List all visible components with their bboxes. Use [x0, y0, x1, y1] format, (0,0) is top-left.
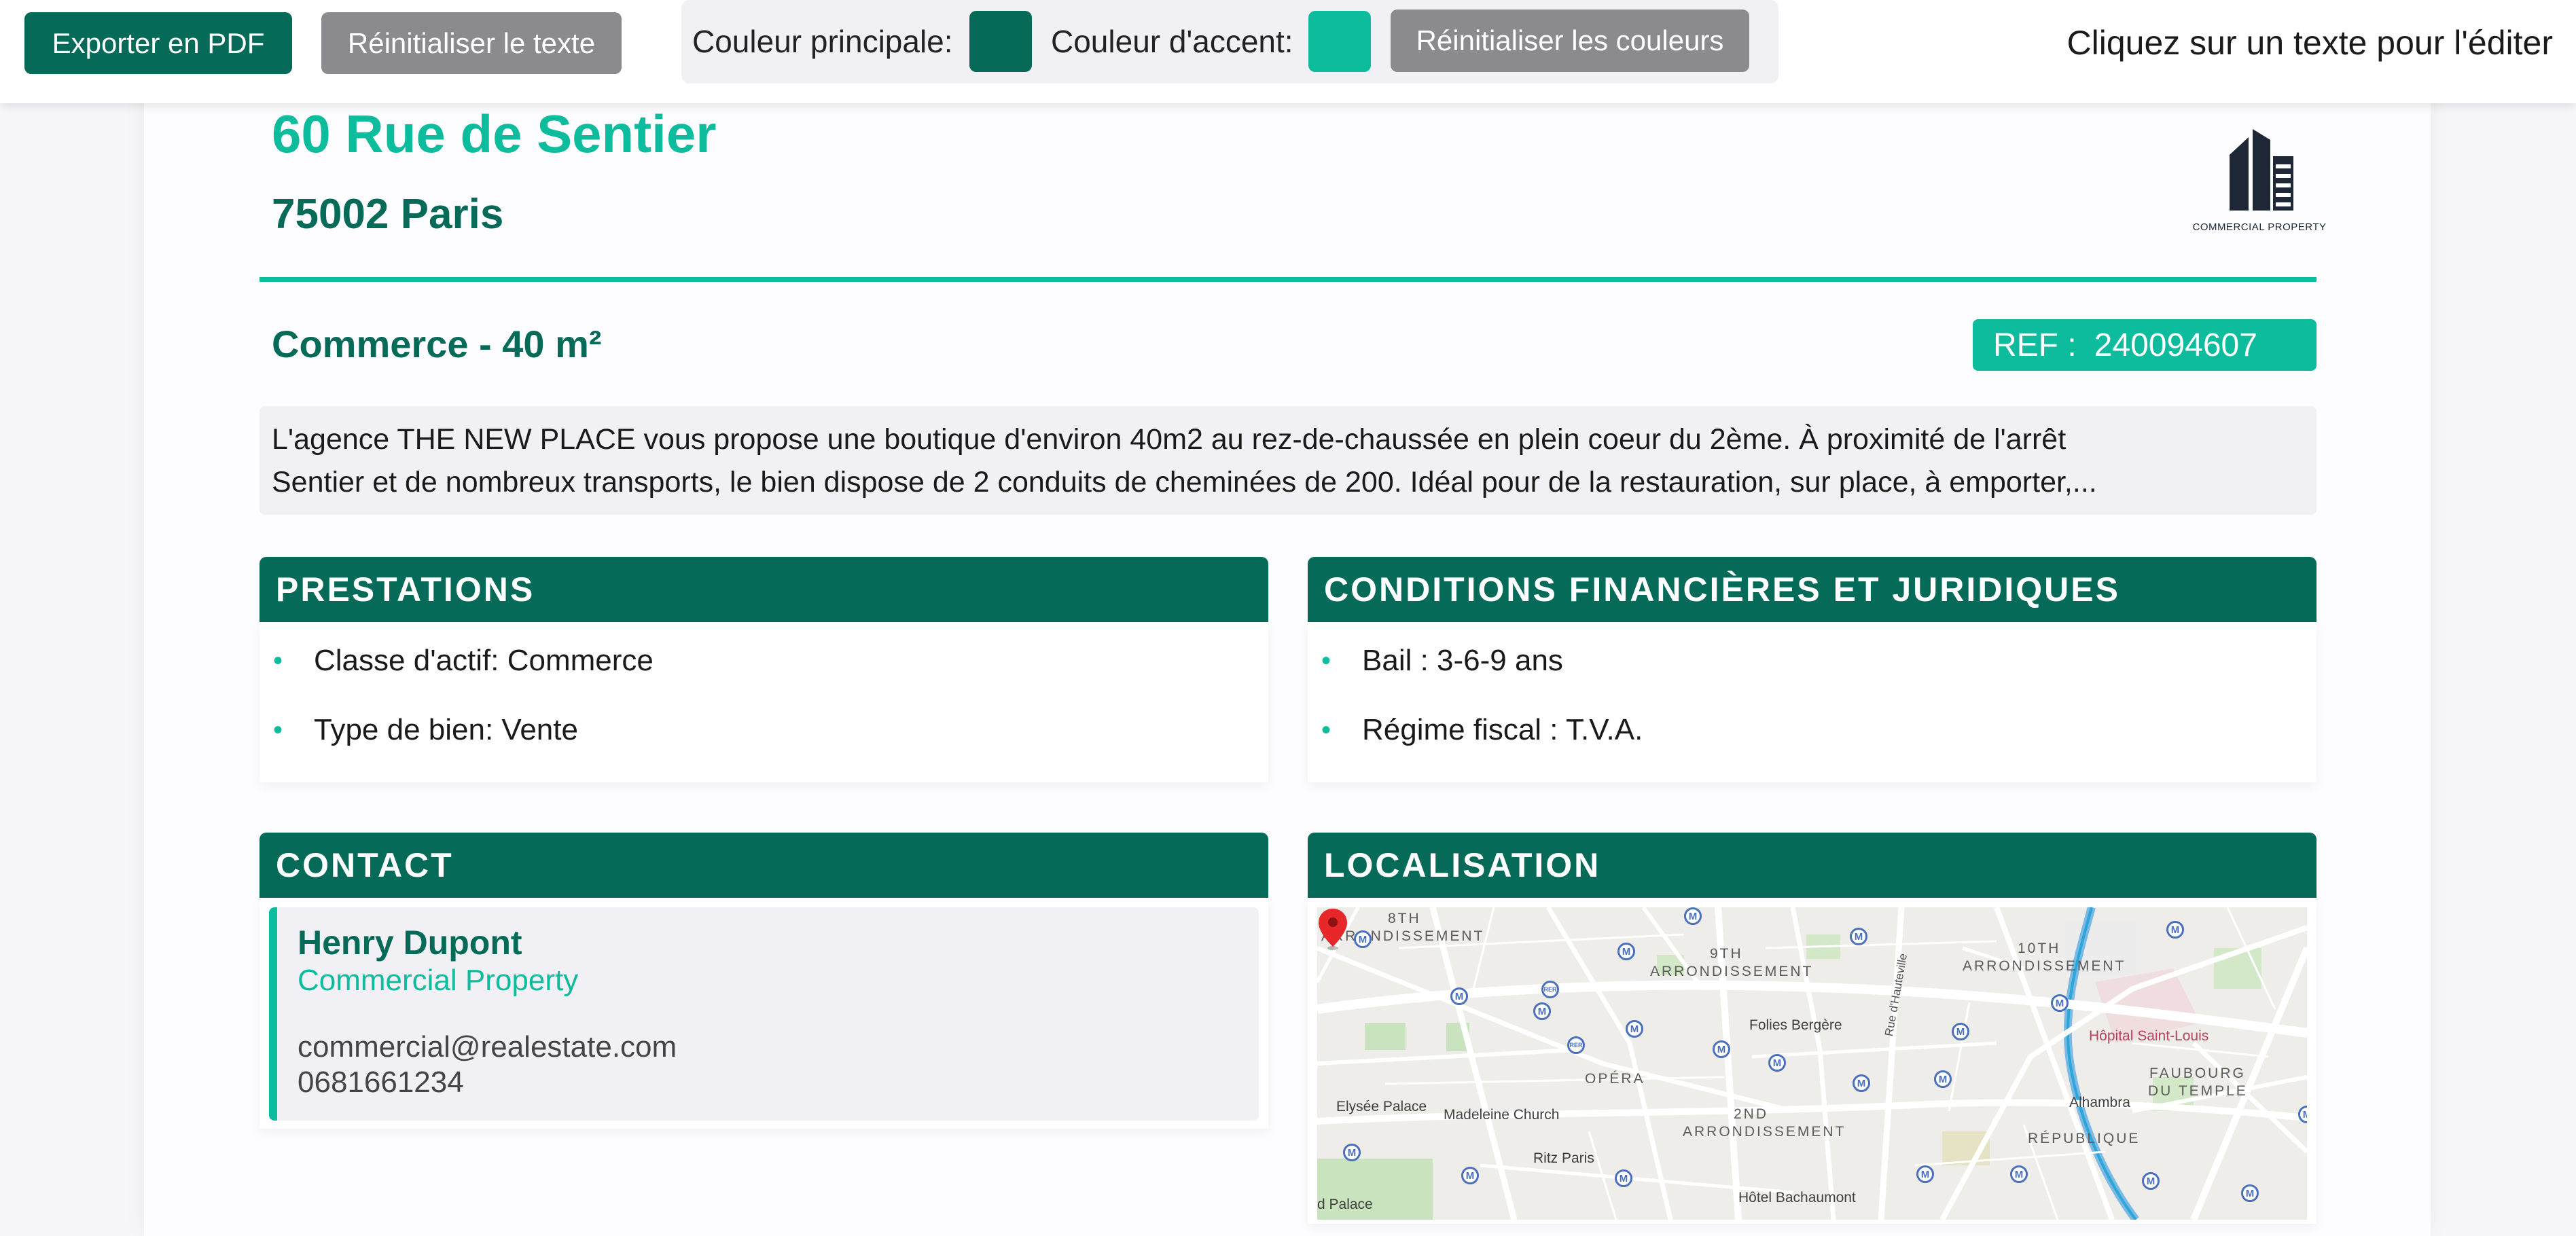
color-settings: Couleur principale: Couleur d'accent: Ré… [681, 0, 1778, 84]
list-item-text: Régime fiscal : T.V.A. [1362, 713, 1643, 746]
district-label: OPÉRA [1585, 1071, 1645, 1087]
bullet-icon: • [1321, 714, 1331, 745]
place-label: Folies Bergère [1749, 1017, 1842, 1033]
bullet-icon: • [273, 645, 283, 676]
metro-icon: M [1615, 1169, 1632, 1187]
export-pdf-button[interactable]: Exporter en PDF [24, 12, 292, 74]
map-pin-icon[interactable] [1317, 907, 1348, 951]
district-label: 9TH [1710, 946, 1743, 962]
metro-icon: M [1853, 1074, 1870, 1092]
accent-color-label: Couleur d'accent: [1051, 24, 1293, 59]
edit-hint: Cliquez sur un texte pour l'éditer [2067, 24, 2553, 62]
list-item[interactable]: • Bail : 3-6-9 ans [1308, 626, 2316, 695]
metro-icon: M [1850, 928, 1867, 945]
place-label: Elysée Palace [1336, 1099, 1427, 1114]
list-item[interactable]: • Classe d'actif: Commerce [260, 626, 1268, 695]
contact-panel: CONTACT Henry Dupont Commercial Property… [260, 833, 1268, 1129]
place-label: Hôpital Saint-Louis [2089, 1028, 2209, 1044]
list-item-text: Type de bien: Vente [314, 713, 578, 746]
contact-email[interactable]: commercial@realestate.com [298, 1030, 1259, 1065]
metro-icon: M [1713, 1040, 1730, 1058]
bullet-icon: • [1321, 645, 1331, 676]
conditions-panel: CONDITIONS FINANCIÈRES ET JURIDIQUES • Ba… [1308, 557, 2316, 782]
conditions-title[interactable]: CONDITIONS FINANCIÈRES ET JURIDIQUES [1308, 557, 2316, 622]
contact-title[interactable]: CONTACT [260, 833, 1268, 898]
list-item-text: Classe d'actif: Commerce [314, 644, 654, 677]
district-label: ARRONDISSEMENT [1650, 964, 1814, 979]
metro-icon: M [1768, 1054, 1786, 1072]
conditions-list: • Bail : 3-6-9 ans • Régime fiscal : T.V.A… [1308, 622, 2316, 782]
district-label: 2ND [1734, 1106, 1769, 1122]
editor-toolbar: Exporter en PDF Réinitialiser le texte C… [0, 0, 2576, 103]
list-item[interactable]: • Type de bien: Vente [260, 695, 1268, 765]
metro-icon: M [1533, 1002, 1551, 1020]
metro-icon: M [1916, 1165, 1934, 1183]
metro-icon: M [1952, 1023, 1969, 1040]
place-label: Alhambra [2069, 1095, 2130, 1110]
place-label: Madeleine Church [1444, 1107, 1560, 1123]
metro-icon: M [1684, 907, 1702, 925]
reference-badge[interactable]: REF : 240094607 [1973, 319, 2316, 371]
description-line: Sentier et de nombreux transports, le bi… [272, 466, 2097, 498]
contact-card: Henry Dupont Commercial Property commerc… [269, 907, 1259, 1121]
metro-icon: M [1617, 943, 1635, 960]
location-title[interactable]: LOCALISATION [1308, 833, 2316, 898]
prestations-title[interactable]: PRESTATIONS [260, 557, 1268, 622]
list-item-text: Bail : 3-6-9 ans [1362, 644, 1563, 677]
reset-text-button[interactable]: Réinitialiser le texte [321, 12, 622, 74]
metro-icon: M [2166, 921, 2184, 939]
address-line1[interactable]: 60 Rue de Sentier [272, 103, 717, 165]
district-label: 10TH [2018, 941, 2061, 956]
district-label: DU TEMPLE [2148, 1083, 2248, 1099]
place-label: d Palace [1317, 1197, 1373, 1212]
logo-caption: COMMERCIAL PROPERTY [2192, 221, 2327, 233]
reference-value: 240094607 [2094, 327, 2257, 363]
metro-icon: M [1450, 987, 1468, 1005]
bullet-icon: • [273, 714, 283, 745]
metro-icon: M [2010, 1165, 2028, 1183]
building-icon [2230, 129, 2293, 211]
district-label: RÉPUBLIQUE [2028, 1131, 2141, 1146]
address-line2[interactable]: 75002 Paris [272, 190, 503, 238]
contact-phone[interactable]: 0681661234 [298, 1065, 1259, 1100]
district-label: 8TH [1388, 911, 1421, 926]
reference-label: REF : [1993, 327, 2077, 363]
description-line: L'agence THE NEW PLACE vous propose une … [272, 423, 2067, 456]
location-map[interactable]: 8TH ARRONDISSEMENT 9TH ARRONDISSEMENT 10… [1317, 907, 2307, 1220]
prestations-list: • Classe d'actif: Commerce • Type de bien:… [260, 622, 1268, 782]
metro-icon: M [1354, 930, 1372, 948]
main-color-picker[interactable] [969, 11, 1032, 72]
district-label: FAUBOURG [2149, 1066, 2246, 1081]
place-label: Hôtel Bachaumont [1738, 1190, 1856, 1205]
metro-icon: M [2241, 1184, 2259, 1202]
district-label: ARRONDISSEMENT [1963, 958, 2126, 974]
company-logo: COMMERCIAL PROPERTY [2192, 128, 2327, 233]
metro-icon: M [1343, 1144, 1361, 1161]
property-sheet: 60 Rue de Sentier 75002 Paris COMMERCIAL… [144, 41, 2431, 1236]
contact-name[interactable]: Henry Dupont [298, 922, 1259, 963]
header-divider [260, 277, 2316, 282]
rer-icon: RER [1541, 981, 1559, 998]
metro-icon: M [2051, 994, 2069, 1012]
metro-icon: M [1626, 1020, 1643, 1038]
metro-icon: M [1461, 1167, 1479, 1184]
rer-icon: RER [1567, 1036, 1585, 1054]
metro-icon: M [1934, 1070, 1952, 1088]
contact-company[interactable]: Commercial Property [298, 963, 1259, 998]
reset-colors-button[interactable]: Réinitialiser les couleurs [1391, 10, 1749, 72]
location-panel: LOCALISATION 8TH ARRONDISSEMENT 9TH ARRO… [1308, 833, 2316, 1224]
district-label: ARRONDISSEMENT [1683, 1124, 1846, 1140]
list-item[interactable]: • Régime fiscal : T.V.A. [1308, 695, 2316, 765]
main-color-label: Couleur principale: [692, 24, 953, 59]
prestations-panel: PRESTATIONS • Classe d'actif: Commerce • T… [260, 557, 1268, 782]
metro-icon: M [2142, 1172, 2160, 1190]
description[interactable]: L'agence THE NEW PLACE vous propose une … [260, 406, 2316, 515]
place-label: Ritz Paris [1533, 1150, 1594, 1166]
property-type-area[interactable]: Commerce - 40 m² [272, 322, 602, 366]
accent-color-picker[interactable] [1308, 11, 1371, 72]
